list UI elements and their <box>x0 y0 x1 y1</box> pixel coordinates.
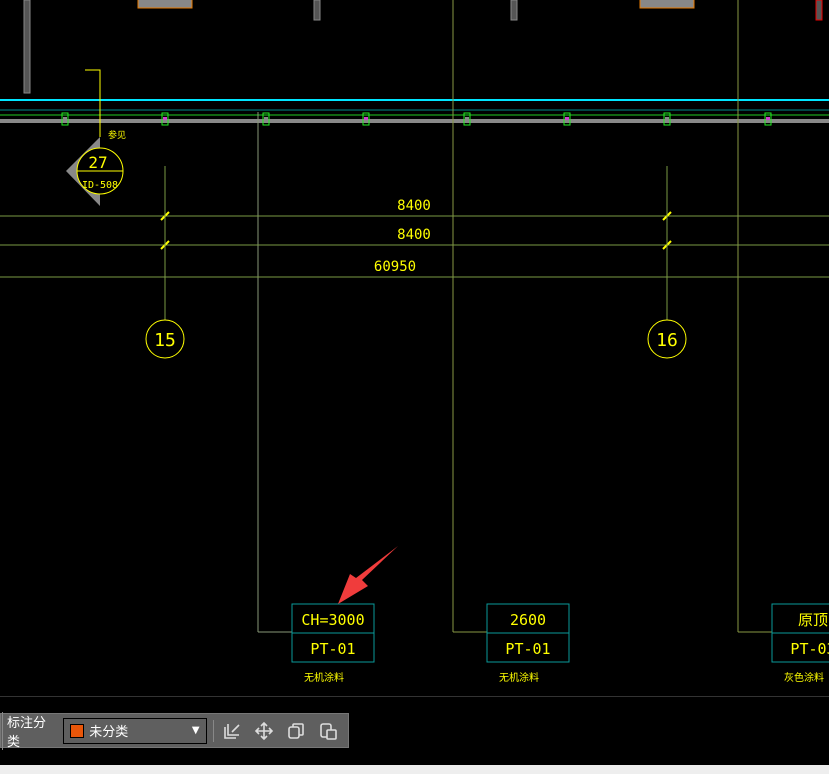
tag-top: 原顶 <box>798 611 828 629</box>
grid-axis-label: 15 <box>154 330 176 351</box>
edit-icon <box>224 723 240 739</box>
category-value: 未分类 <box>89 725 129 740</box>
annotation-toolbar: 标注分类 未分类 ▼ <box>0 711 349 750</box>
column-element <box>313 0 321 21</box>
column-element <box>815 0 823 21</box>
chevron-down-icon: ▼ <box>191 725 200 736</box>
opening-element <box>137 0 193 9</box>
tag-material: 灰色涂料 <box>784 671 824 684</box>
dimension-text: 8400 <box>397 198 431 214</box>
category-dropdown[interactable]: 未分类 ▼ <box>63 717 207 744</box>
wall-band <box>0 119 829 123</box>
move-icon <box>255 721 274 740</box>
tag-bottom: PT-01 <box>505 640 550 658</box>
paste-icon <box>320 722 338 740</box>
tag-top: 2600 <box>510 611 546 629</box>
copy-button[interactable] <box>284 718 309 744</box>
cad-canvas[interactable]: 8400 8400 60950 15 16 27 ID-508 参见 CH=30… <box>0 0 829 774</box>
tag-top: CH=3000 <box>301 611 364 629</box>
column-element <box>510 0 518 21</box>
callout-number: 27 <box>88 153 107 172</box>
divider <box>0 696 829 697</box>
tag-bottom: PT-03 <box>790 640 829 658</box>
paste-button[interactable] <box>316 718 341 744</box>
tag-material: 无机涂料 <box>499 671 539 684</box>
tag-bottom: PT-01 <box>310 640 355 658</box>
dimension-text: 8400 <box>397 227 431 243</box>
callout-note: 参见 <box>108 129 126 141</box>
material-tag[interactable]: 原顶 PT-03 灰色涂料 <box>771 603 829 684</box>
copy-icon <box>288 722 305 739</box>
edit-button[interactable] <box>220 718 245 744</box>
status-strip <box>0 765 829 774</box>
category-label: 标注分类 <box>2 711 63 750</box>
move-button[interactable] <box>252 718 277 744</box>
red-arrow-annotation <box>338 546 398 604</box>
callout-sheet: ID-508 <box>82 180 118 191</box>
tag-material: 无机涂料 <box>304 671 344 684</box>
grid-axis-label: 16 <box>656 330 678 351</box>
material-tag[interactable]: 2600 PT-01 无机涂料 <box>486 603 570 684</box>
dimension-text: 60950 <box>374 259 416 275</box>
material-tag[interactable]: CH=3000 PT-01 无机涂料 <box>291 603 375 684</box>
column-element <box>23 0 31 94</box>
category-color-swatch <box>70 723 85 738</box>
opening-element <box>639 0 695 9</box>
toolbar-separator <box>212 719 214 742</box>
